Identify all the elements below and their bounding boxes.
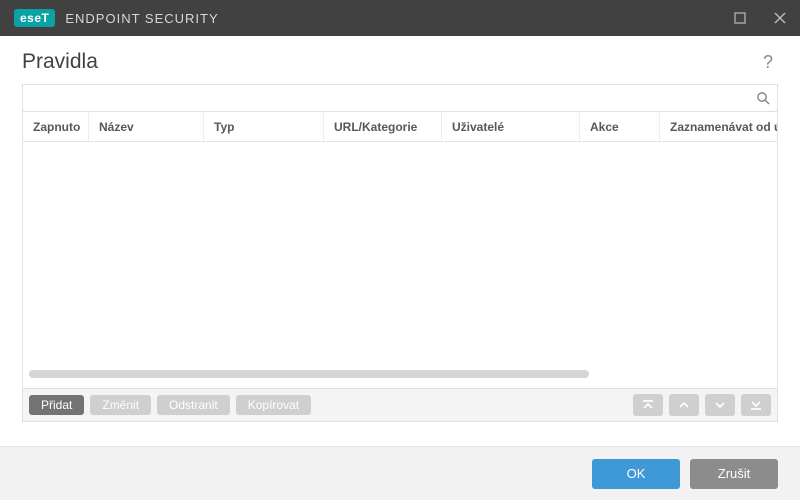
window-minimize-button[interactable] [720,0,760,36]
chevron-top-icon [641,399,655,411]
move-bottom-button [741,394,771,416]
panel-action-bar: Přidat Změnit Odstranit Kopírovat [23,388,777,421]
column-header-url-category[interactable]: URL/Kategorie [324,112,442,141]
add-button[interactable]: Přidat [29,395,84,415]
help-button[interactable]: ? [758,52,778,73]
column-header-log[interactable]: Zaznamenávat od ú [660,112,777,141]
delete-button: Odstranit [157,395,230,415]
rules-table: Zapnuto Název Typ URL/Kategorie Uživatel… [23,112,777,388]
search-button[interactable] [749,85,777,111]
ok-button[interactable]: OK [592,459,680,489]
titlebar: eseT ENDPOINT SECURITY [0,0,800,36]
move-up-button [669,394,699,416]
search-row [23,85,777,112]
move-top-button [633,394,663,416]
table-header-row: Zapnuto Název Typ URL/Kategorie Uživatel… [23,112,777,142]
page-header: Pravidla ? [0,36,800,84]
brand-badge-text: eseT [20,11,49,25]
help-icon: ? [763,52,773,72]
column-header-type[interactable]: Typ [204,112,324,141]
dialog-footer: OK Zrušit [0,446,800,500]
horizontal-scrollbar[interactable] [29,370,771,378]
column-header-enabled[interactable]: Zapnuto [23,112,89,141]
column-header-users[interactable]: Uživatelé [442,112,580,141]
close-icon [774,12,786,24]
chevron-bottom-icon [749,399,763,411]
brand-product-name: ENDPOINT SECURITY [65,11,218,26]
minimize-icon [734,12,746,24]
brand-badge: eseT [14,9,55,27]
cancel-button[interactable]: Zrušit [690,459,778,489]
edit-button: Změnit [90,395,151,415]
column-header-action[interactable]: Akce [580,112,660,141]
search-icon [756,91,770,105]
copy-button: Kopírovat [236,395,311,415]
search-input[interactable] [23,85,777,111]
rules-panel: Zapnuto Název Typ URL/Kategorie Uživatel… [22,84,778,422]
horizontal-scrollbar-thumb[interactable] [29,370,589,378]
chevron-down-icon [713,399,727,411]
chevron-up-icon [677,399,691,411]
page-title: Pravidla [22,50,758,74]
move-down-button [705,394,735,416]
window-close-button[interactable] [760,0,800,36]
table-body [23,142,777,382]
column-header-name[interactable]: Název [89,112,204,141]
